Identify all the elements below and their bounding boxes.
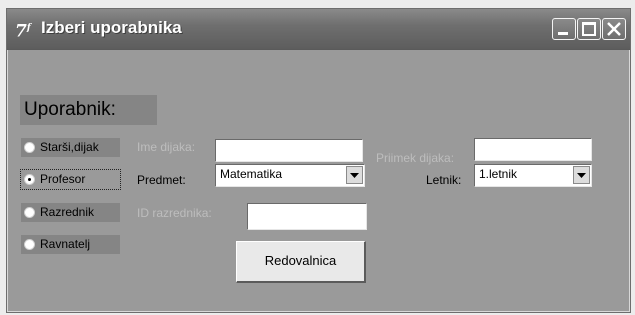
letnik-selected-value: 1.letnik — [479, 167, 518, 181]
window-title: Izberi uporabnika — [41, 18, 182, 37]
radio-checked-icon — [24, 174, 35, 185]
radio-circle-icon — [24, 239, 35, 250]
radio-starsi-dijak[interactable]: Starši,dijak — [21, 138, 120, 157]
radio-label: Starši,dijak — [40, 140, 99, 154]
ime-dijaka-field[interactable] — [215, 139, 363, 162]
id-razrednika-label: ID razrednika: — [137, 206, 212, 220]
radio-label: Profesor — [40, 172, 86, 186]
radio-circle-icon — [24, 207, 35, 218]
radio-profesor[interactable]: Profesor — [20, 169, 121, 190]
minimize-icon — [558, 32, 568, 35]
predmet-label: Predmet: — [137, 173, 186, 187]
minimize-button[interactable] — [552, 18, 576, 40]
close-icon — [607, 22, 621, 36]
radio-circle-icon — [24, 142, 35, 153]
radio-label: Razrednik — [40, 205, 95, 219]
predmet-select[interactable]: Matematika — [215, 164, 365, 187]
id-razrednika-field[interactable] — [247, 203, 367, 230]
title-bar[interactable]: 7f Izberi uporabnika — [7, 9, 630, 50]
letnik-select[interactable]: 1.letnik — [474, 164, 592, 187]
dialog-window: 7f Izberi uporabnika Uporabnik: Starši,d… — [6, 8, 631, 313]
tk-feather-icon: 7f — [15, 21, 31, 42]
chevron-down-icon[interactable] — [573, 166, 590, 184]
close-button[interactable] — [602, 18, 626, 40]
radio-label: Ravnatelj — [40, 237, 91, 251]
predmet-selected-value: Matematika — [220, 167, 283, 181]
priimek-dijaka-label: Priimek dijaka: — [376, 151, 455, 165]
user-heading: Uporabnik: — [20, 95, 157, 125]
radio-ravnatelj[interactable]: Ravnatelj — [21, 235, 120, 254]
redovalnica-button[interactable]: Redovalnica — [236, 241, 366, 283]
ime-dijaka-label: Ime dijaka: — [137, 140, 196, 154]
priimek-dijaka-field[interactable] — [474, 138, 592, 161]
maximize-button[interactable] — [577, 18, 601, 40]
maximize-icon — [582, 22, 596, 36]
letnik-label: Letnik: — [426, 173, 462, 187]
chevron-down-icon[interactable] — [346, 166, 363, 184]
radio-razrednik[interactable]: Razrednik — [21, 203, 120, 222]
